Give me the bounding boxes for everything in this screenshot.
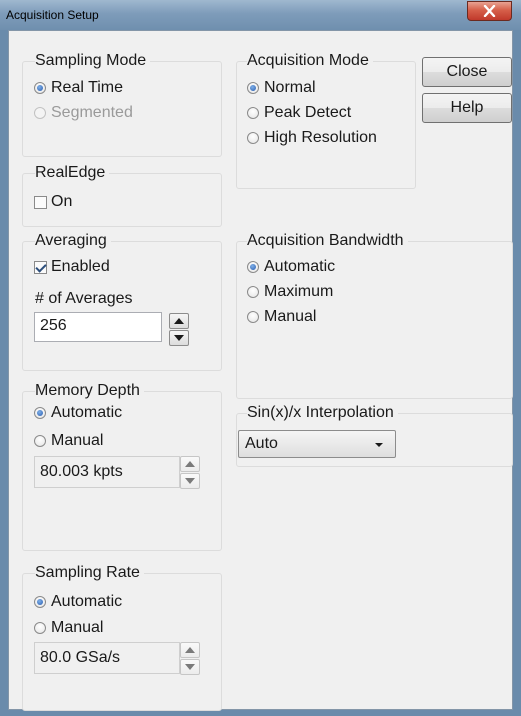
bandwidth-automatic-radio[interactable]: Automatic [247,258,335,276]
radio-label: Segmented [51,104,133,121]
acquisition-mode-high-resolution-radio[interactable]: High Resolution [247,129,377,147]
memory-depth-spin-up-button[interactable] [180,456,200,472]
interpolation-group: Sin(x)/x Interpolation Auto [236,404,513,467]
radio-indicator [247,107,259,119]
averages-count-label: # of Averages [35,290,133,307]
sampling-rate-spin-up-button[interactable] [180,642,200,658]
memory-depth-automatic-radio[interactable]: Automatic [34,404,122,422]
triangle-up-icon [185,461,195,467]
radio-indicator [247,311,259,323]
triangle-up-icon [174,318,184,324]
checkbox-label: Enabled [51,258,110,275]
sampling-rate-label: Sampling Rate [35,564,144,582]
checkbox-label: On [51,193,73,210]
radio-indicator [34,596,46,608]
radio-label: Automatic [51,593,123,610]
close-icon [483,5,496,17]
sampling-rate-automatic-radio[interactable]: Automatic [34,593,122,611]
interpolation-selected-value: Auto [245,435,278,452]
radio-label: Automatic [264,258,336,275]
radio-label: Peak Detect [264,104,352,121]
radio-label: Normal [264,79,316,96]
memory-depth-manual-radio[interactable]: Manual [34,432,103,450]
acquisition-mode-normal-radio[interactable]: Normal [247,79,316,97]
triangle-down-icon [174,335,184,341]
averaging-enabled-checkbox[interactable]: Enabled [34,258,110,276]
acquisition-bandwidth-group: Acquisition Bandwidth Automatic Maximum … [236,232,513,399]
memory-depth-group: Memory Depth Automatic Manual 80.003 kpt… [22,382,222,551]
acquisition-bandwidth-label: Acquisition Bandwidth [247,232,408,250]
dialog-window: Acquisition Setup Sampling Mode Real Tim… [0,0,521,716]
interpolation-dropdown[interactable]: Auto [238,430,396,458]
bandwidth-maximum-radio[interactable]: Maximum [247,283,333,301]
radio-label: Manual [51,619,104,636]
sampling-mode-segmented-radio[interactable]: Segmented [34,104,133,122]
chevron-down-icon [375,443,383,447]
triangle-down-icon [185,478,195,484]
checkbox-indicator [34,260,47,274]
memory-depth-spin-down-button[interactable] [180,473,200,489]
sampling-rate-value-field[interactable]: 80.0 GSa/s [34,642,180,674]
title-bar: Acquisition Setup [0,0,521,30]
radio-indicator [34,435,46,447]
radio-indicator [34,107,46,119]
averages-spin-up-button[interactable] [169,313,189,329]
averaging-label: Averaging [35,232,111,250]
acquisition-mode-peak-detect-radio[interactable]: Peak Detect [247,104,351,122]
averages-spinner [169,313,189,347]
window-close-button[interactable] [467,1,512,21]
sampling-rate-group: Sampling Rate Automatic Manual 80.0 GSa/… [22,564,222,711]
radio-indicator [247,286,259,298]
radio-indicator [34,407,46,419]
realedge-label: RealEdge [35,164,110,182]
radio-indicator [247,261,259,273]
triangle-down-icon [185,664,195,670]
realedge-on-checkbox[interactable]: On [34,193,72,211]
close-button[interactable]: Close [422,57,512,87]
radio-indicator [247,82,259,94]
sampling-mode-real-time-radio[interactable]: Real Time [34,79,123,97]
radio-label: Maximum [264,283,334,300]
radio-indicator [34,622,46,634]
averages-spin-down-button[interactable] [169,330,189,346]
radio-label: Automatic [51,404,123,421]
acquisition-mode-label: Acquisition Mode [247,52,373,70]
memory-depth-value-field[interactable]: 80.003 kpts [34,456,180,488]
acquisition-mode-group: Acquisition Mode Normal Peak Detect High… [236,52,416,189]
sampling-mode-label: Sampling Mode [35,52,151,70]
interpolation-label: Sin(x)/x Interpolation [247,404,398,422]
radio-label: High Resolution [264,129,377,146]
memory-depth-label: Memory Depth [35,382,144,400]
bandwidth-manual-radio[interactable]: Manual [247,308,316,326]
radio-label: Manual [51,432,104,449]
sampling-rate-spin-down-button[interactable] [180,659,200,675]
realedge-group: RealEdge On [22,164,222,227]
window-title: Acquisition Setup [6,8,99,22]
radio-indicator [34,82,46,94]
radio-indicator [247,132,259,144]
averaging-group: Averaging Enabled # of Averages 256 [22,232,222,371]
triangle-up-icon [185,647,195,653]
dialog-client-area: Sampling Mode Real Time Segmented RealEd… [8,30,513,711]
sampling-rate-spinner [180,642,200,676]
memory-depth-spinner [180,456,200,490]
sampling-mode-group: Sampling Mode Real Time Segmented [22,52,222,157]
radio-label: Real Time [51,79,124,96]
radio-label: Manual [264,308,317,325]
checkbox-indicator [34,195,47,209]
averages-count-input[interactable]: 256 [34,312,162,342]
sampling-rate-manual-radio[interactable]: Manual [34,619,103,637]
help-button[interactable]: Help [422,93,512,123]
